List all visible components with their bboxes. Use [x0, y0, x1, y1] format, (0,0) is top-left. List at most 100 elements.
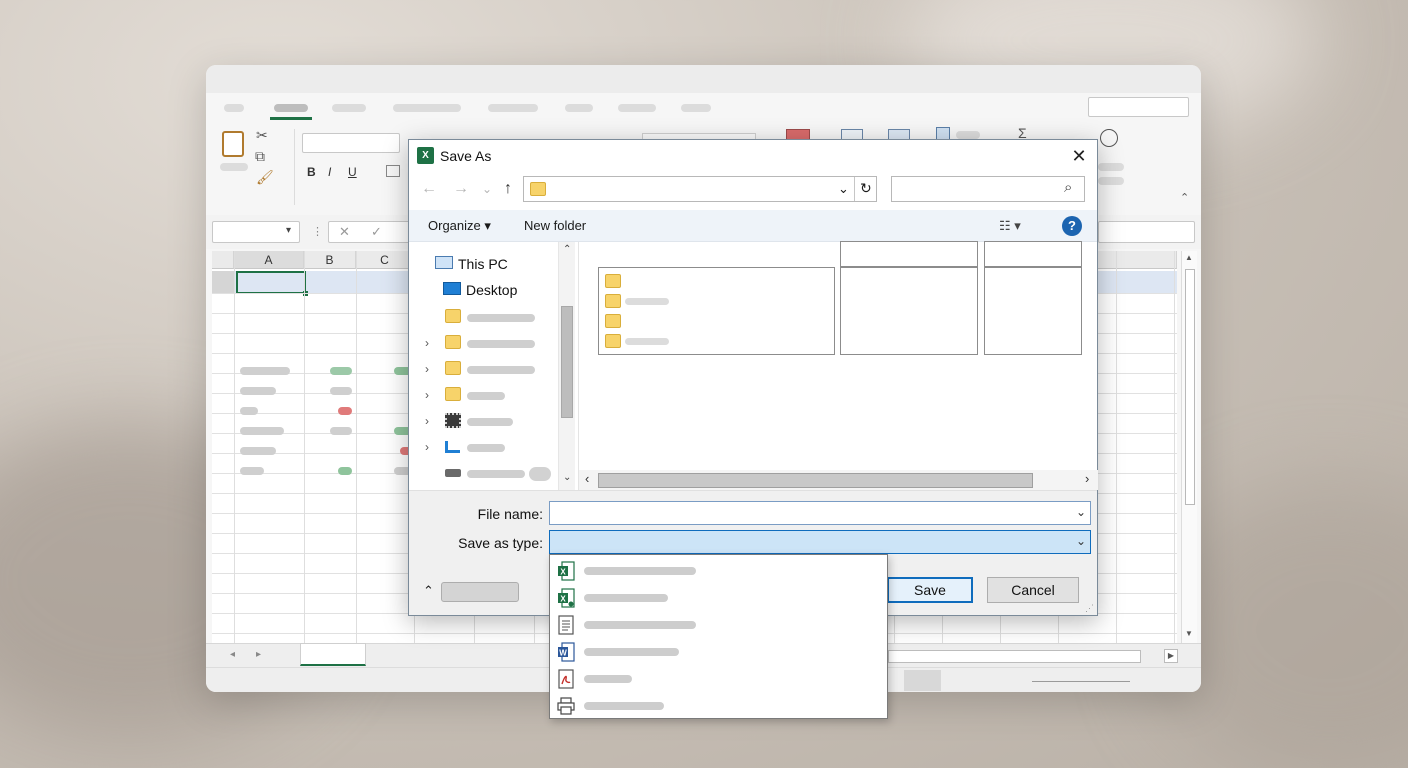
organize-button[interactable]: Organize ▾ [428, 218, 491, 234]
save-type-option[interactable] [550, 692, 887, 719]
scroll-left-icon[interactable]: ‹ [585, 471, 589, 486]
underline-button[interactable]: U [348, 165, 357, 179]
horizontal-scrollbar[interactable] [888, 650, 1141, 663]
save-as-type-select[interactable]: ⌄ [549, 530, 1091, 554]
save-button[interactable]: Save [887, 577, 973, 603]
scroll-up-arrow-icon[interactable]: ▲ [1185, 253, 1193, 262]
tree-item[interactable]: › [409, 332, 559, 356]
file-tile[interactable] [984, 267, 1082, 355]
scroll-down-arrow-icon[interactable]: ▼ [1185, 629, 1193, 638]
expand-chevron-icon[interactable]: › [425, 362, 429, 376]
new-folder-button[interactable]: New folder [524, 218, 586, 233]
view-options-icon[interactable]: ☷ ▾ [999, 218, 1021, 234]
up-icon[interactable]: ↑ [498, 178, 518, 200]
cell-value [330, 367, 352, 375]
file-tile[interactable] [840, 267, 978, 355]
search-ribbon-field[interactable] [1088, 97, 1189, 117]
save-as-type-dropdown-icon[interactable]: ⌄ [1076, 534, 1086, 548]
collapse-ribbon-icon[interactable]: ⌃ [1180, 191, 1189, 204]
tree-item[interactable]: › [409, 358, 559, 382]
column-header-b[interactable]: B [304, 251, 356, 269]
name-box-dropdown-icon[interactable]: ▾ [286, 225, 291, 236]
active-cell-a1[interactable] [236, 271, 306, 294]
select-all-corner[interactable] [212, 251, 234, 269]
next-sheet-icon[interactable]: ▸ [256, 649, 261, 660]
scroll-thumb[interactable] [598, 473, 1033, 488]
search-input[interactable]: ⌕ [891, 176, 1085, 202]
scroll-down-icon[interactable]: ⌄ [563, 472, 571, 483]
ribbon-tab[interactable] [488, 104, 538, 112]
cancel-entry-icon[interactable]: ✕ [339, 224, 350, 240]
ribbon-tab-active[interactable] [274, 104, 308, 112]
recent-locations-icon[interactable]: ⌄ [477, 178, 497, 200]
scroll-thumb[interactable] [1185, 269, 1195, 505]
content-horizontal-scrollbar[interactable]: ‹ › [579, 470, 1098, 490]
file-list-pane[interactable]: ‹ › [578, 241, 1098, 490]
cancel-button[interactable]: Cancel [987, 577, 1079, 603]
folder-tile[interactable] [598, 267, 835, 355]
cut-icon[interactable]: ✂ [256, 127, 268, 144]
ribbon-tab[interactable] [332, 104, 366, 112]
save-type-option[interactable]: X [550, 584, 887, 611]
enter-entry-icon[interactable]: ✓ [371, 224, 382, 240]
resize-grip-icon[interactable]: ⋰ [1085, 603, 1094, 614]
view-button[interactable] [904, 670, 941, 691]
italic-button[interactable]: I [328, 165, 331, 179]
back-icon[interactable]: ← [419, 178, 439, 200]
formula-input[interactable] [1098, 221, 1195, 243]
format-painter-icon[interactable]: 🖌 [256, 169, 274, 186]
expand-chevron-icon[interactable]: › [425, 336, 429, 350]
ribbon-tab[interactable] [224, 104, 244, 112]
expand-chevron-icon[interactable]: › [425, 440, 429, 454]
ribbon-tab[interactable] [618, 104, 656, 112]
file-name-dropdown-icon[interactable]: ⌄ [1076, 505, 1086, 519]
tree-item[interactable]: › [409, 410, 559, 434]
sheet-tab-active[interactable] [300, 643, 366, 666]
bold-button[interactable]: B [307, 165, 316, 179]
hide-folders-icon[interactable]: ⌃ [423, 583, 434, 599]
expand-chevron-icon[interactable]: › [425, 414, 429, 428]
close-button[interactable]: ✕ [1065, 143, 1093, 169]
ribbon-tab[interactable] [393, 104, 461, 112]
file-tile[interactable] [984, 241, 1082, 267]
column-header-a[interactable]: A [234, 251, 304, 269]
tree-item[interactable]: › [409, 384, 559, 408]
expand-chevron-icon[interactable]: › [425, 388, 429, 402]
cell-value [240, 387, 276, 395]
tree-item-desktop[interactable]: Desktop [409, 278, 559, 302]
scroll-right-arrow-icon[interactable]: ▶ [1164, 649, 1178, 663]
file-name-field[interactable]: ⌄ [549, 501, 1091, 525]
column-header-c[interactable]: C [356, 251, 414, 269]
save-type-option[interactable]: X [550, 557, 887, 584]
worksheet-vertical-scrollbar[interactable]: ▲ ▼ [1181, 251, 1197, 643]
tree-item[interactable] [409, 462, 559, 486]
refresh-icon[interactable]: ↻ [860, 180, 872, 197]
ribbon-tab[interactable] [565, 104, 593, 112]
nav-pane-scrollbar[interactable]: ⌃ ⌄ [558, 242, 575, 490]
ribbon-tab[interactable] [681, 104, 711, 112]
forward-icon[interactable]: → [451, 178, 471, 200]
save-type-option[interactable] [550, 665, 887, 692]
save-type-option[interactable] [550, 611, 887, 638]
zoom-slider[interactable] [1032, 681, 1130, 682]
tree-item[interactable]: › [409, 436, 559, 460]
file-name-input[interactable] [550, 502, 1090, 524]
borders-icon[interactable] [386, 165, 400, 177]
tree-item-this-pc[interactable]: This PC [409, 252, 559, 276]
address-dropdown-icon[interactable]: ⌄ [838, 181, 849, 197]
hide-folders-button[interactable] [441, 582, 519, 602]
copy-icon[interactable]: ⧉ [255, 148, 265, 165]
tree-item[interactable] [409, 306, 559, 330]
save-type-option[interactable]: W [550, 638, 887, 665]
save-as-dialog: X Save As ✕ ← → ⌄ ↑ ⌄ ↻ ⌕ Organize ▾ New… [408, 139, 1098, 616]
file-tile[interactable] [840, 241, 978, 267]
scroll-up-icon[interactable]: ⌃ [563, 244, 571, 255]
help-icon[interactable]: ? [1062, 216, 1082, 236]
scroll-thumb[interactable] [561, 306, 573, 418]
address-bar[interactable]: ⌄ ↻ [523, 176, 877, 202]
paste-icon[interactable] [222, 131, 244, 157]
font-name-field[interactable] [302, 133, 400, 153]
scroll-right-icon[interactable]: › [1085, 471, 1089, 486]
find-icon[interactable] [1100, 129, 1118, 147]
prev-sheet-icon[interactable]: ◂ [230, 649, 235, 660]
